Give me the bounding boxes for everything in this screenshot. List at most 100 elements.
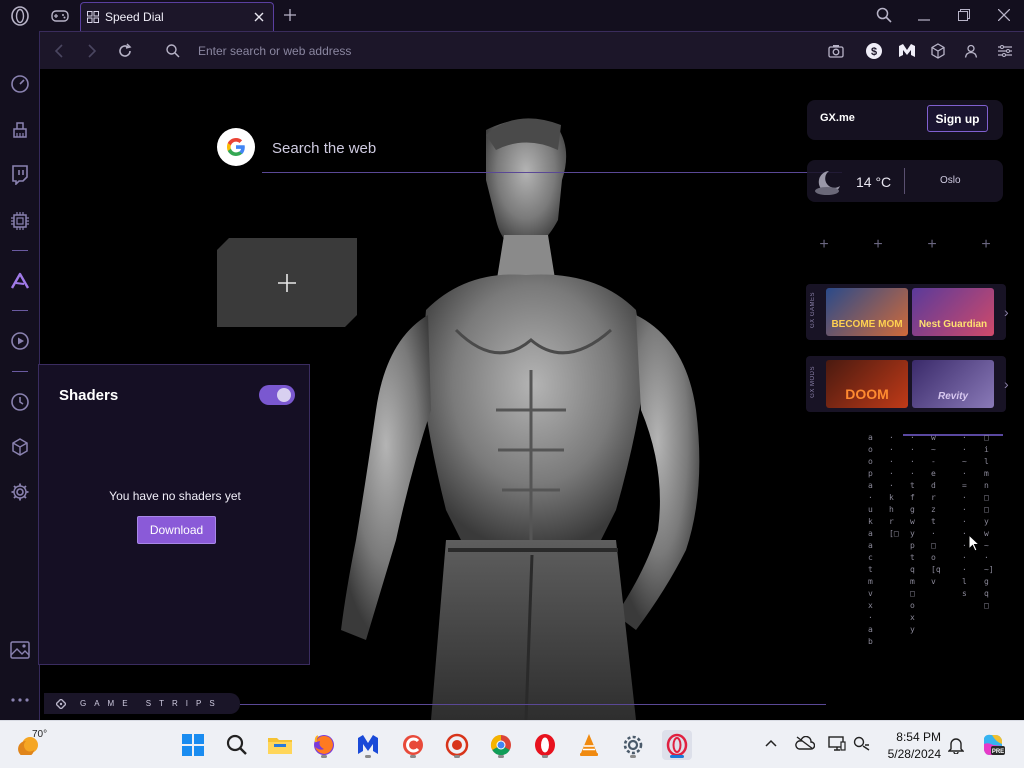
chevron-up-icon[interactable]: [765, 739, 777, 747]
gx-control-speedometer-icon[interactable]: [8, 72, 32, 96]
strip-label: GX GAMES: [810, 292, 816, 329]
address-search-icon: [161, 39, 185, 63]
temperature-value: 14 °C: [856, 174, 892, 190]
history-clock-icon[interactable]: [8, 390, 32, 414]
chevron-right-icon[interactable]: ›: [1004, 376, 1009, 392]
sidebar: [0, 31, 40, 720]
chrome-icon[interactable]: [486, 730, 516, 760]
address-input[interactable]: Enter search or web address: [198, 44, 351, 58]
search-underline: [262, 172, 842, 173]
restore-window-icon[interactable]: [952, 3, 976, 27]
taskbar-weather-temp[interactable]: 70°: [32, 729, 47, 740]
plus-icon: [278, 274, 296, 292]
clock-date[interactable]: 5/28/2024: [885, 747, 941, 761]
search-web-input[interactable]: Search the web: [272, 140, 376, 157]
extensions-cube-icon[interactable]: [926, 39, 950, 63]
sidebar-divider: [12, 250, 28, 251]
camera-snapshot-icon[interactable]: [824, 39, 848, 63]
settings-gear-icon[interactable]: [8, 480, 32, 504]
sign-up-button[interactable]: Sign up: [927, 105, 988, 132]
game-strips-footer[interactable]: GAME STRIPS: [44, 693, 240, 714]
ccleaner-icon[interactable]: [398, 730, 428, 760]
player-play-icon[interactable]: [8, 329, 32, 353]
footer-line: [240, 704, 826, 705]
malwarebytes-icon[interactable]: [353, 730, 383, 760]
google-logo-icon[interactable]: [217, 128, 255, 166]
tab-speed-dial[interactable]: Speed Dial: [80, 2, 274, 31]
opera-gx-taskbar-icon[interactable]: [442, 730, 472, 760]
gx-diamond-icon: [56, 698, 66, 709]
extensions-cube-icon[interactable]: [8, 435, 32, 459]
gx-cleaner-icon[interactable]: [8, 118, 32, 142]
tab-search-icon[interactable]: [872, 3, 896, 27]
strip-label: GX MODS: [810, 366, 816, 398]
game-thumbnail[interactable]: DOOM: [826, 360, 908, 408]
empty-slot-plus-icon[interactable]: +: [813, 234, 835, 256]
hardware-limiter-icon[interactable]: [8, 209, 32, 233]
svg-text:$: $: [871, 46, 877, 58]
active-indicator: [670, 755, 684, 758]
matrix-glyph-column: ····tfgwyptqm□oxy: [910, 433, 915, 634]
vlc-icon[interactable]: [574, 730, 604, 760]
s-extension-icon[interactable]: $: [862, 39, 886, 63]
game-title: DOOM: [845, 386, 889, 402]
notification-bell-icon[interactable]: [948, 736, 964, 754]
copilot-icon[interactable]: PRE: [980, 732, 1006, 758]
city-name[interactable]: Oslo: [940, 175, 961, 186]
empty-state-text: You have no shaders yet: [109, 489, 241, 503]
running-indicator: [542, 755, 548, 758]
title-bar: Speed Dial: [0, 0, 1024, 31]
wallpaper-image-icon[interactable]: [8, 638, 32, 662]
sidebar-divider: [12, 310, 28, 311]
malwarebytes-extension-icon[interactable]: [895, 39, 919, 63]
easy-setup-menu-icon[interactable]: [993, 39, 1017, 63]
forward-arrow-icon[interactable]: [80, 39, 104, 63]
clock-time[interactable]: 8:54 PM: [885, 730, 941, 744]
empty-slot-plus-icon[interactable]: +: [975, 234, 997, 256]
add-speed-dial-tile[interactable]: [217, 238, 357, 327]
opera-gx-active-taskbar-icon[interactable]: [662, 730, 692, 760]
speed-dial-grid-icon: [87, 11, 99, 23]
game-thumbnail[interactable]: Revity: [912, 360, 994, 408]
close-window-icon[interactable]: [992, 3, 1016, 27]
empty-slot-plus-icon[interactable]: +: [921, 234, 943, 256]
matrix-glyph-column: aoopa·ukaactmvx·ab: [868, 433, 873, 646]
onedrive-offline-icon[interactable]: [795, 736, 815, 750]
running-indicator: [630, 755, 636, 758]
running-indicator: [454, 755, 460, 758]
running-indicator: [321, 755, 327, 758]
game-title: Revity: [937, 391, 968, 402]
close-tab-icon[interactable]: [247, 5, 271, 29]
taskbar-search-icon[interactable]: [222, 730, 252, 760]
matrix-glyph-column: w~-edrzt·□o[qv: [931, 433, 941, 586]
game-thumbnail[interactable]: BECOME MOM: [826, 288, 908, 336]
twitch-icon[interactable]: [8, 163, 32, 187]
new-tab-plus-icon[interactable]: [278, 3, 302, 27]
display-icon[interactable]: [828, 736, 846, 752]
download-shaders-button[interactable]: Download: [137, 516, 216, 544]
game-thumbnail[interactable]: Nest Guardian: [912, 288, 994, 336]
network-settings-icon[interactable]: [853, 736, 871, 752]
back-arrow-icon[interactable]: [47, 39, 71, 63]
running-indicator: [410, 755, 416, 758]
windows-taskbar: 70° 8:54 PM 5/28/2024 PRE: [0, 720, 1024, 768]
opera-icon[interactable]: [530, 730, 560, 760]
profile-icon[interactable]: [959, 39, 983, 63]
settings-gear-taskbar-icon[interactable]: [618, 730, 648, 760]
reload-icon[interactable]: [113, 39, 137, 63]
shaders-toggle[interactable]: [259, 385, 295, 405]
matrix-glyph-column: ·····khr[□: [889, 433, 899, 538]
moon-weather-icon: [813, 168, 843, 196]
firefox-icon[interactable]: [309, 730, 339, 760]
empty-slot-plus-icon[interactable]: +: [867, 234, 889, 256]
opera-gx-logo-icon[interactable]: [8, 4, 32, 28]
minimize-icon[interactable]: [912, 4, 936, 28]
more-dots-icon[interactable]: [8, 688, 32, 712]
file-explorer-icon[interactable]: [265, 730, 295, 760]
shaders-title: Shaders: [59, 387, 119, 404]
wallpaper-figure-image: [341, 118, 700, 720]
aria-ai-icon[interactable]: [8, 269, 32, 293]
windows-start-icon[interactable]: [178, 730, 208, 760]
chevron-right-icon[interactable]: ›: [1004, 304, 1009, 320]
gamepad-tab-icon[interactable]: [48, 4, 72, 28]
